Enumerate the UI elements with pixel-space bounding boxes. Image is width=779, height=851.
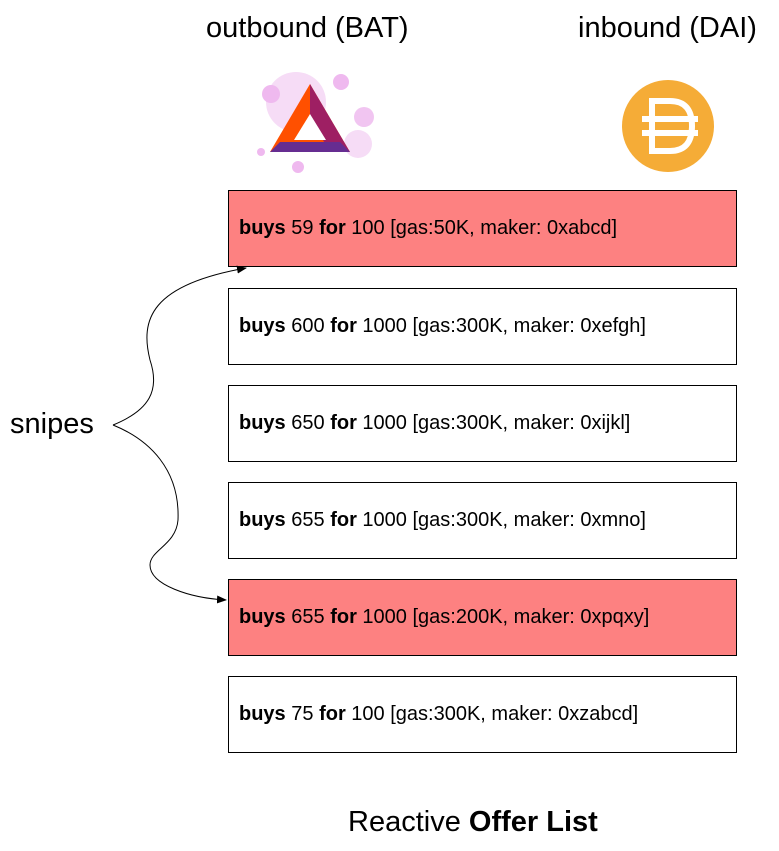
caption-bold: Offer List xyxy=(468,806,598,838)
snipe-arrow-bottom xyxy=(112,424,227,604)
caption-prefix: Reactive xyxy=(348,806,461,838)
snipe-arrows xyxy=(112,265,247,604)
diagram-caption: Reactive Offer List xyxy=(348,806,598,839)
snipe-arrow-top xyxy=(112,265,247,426)
